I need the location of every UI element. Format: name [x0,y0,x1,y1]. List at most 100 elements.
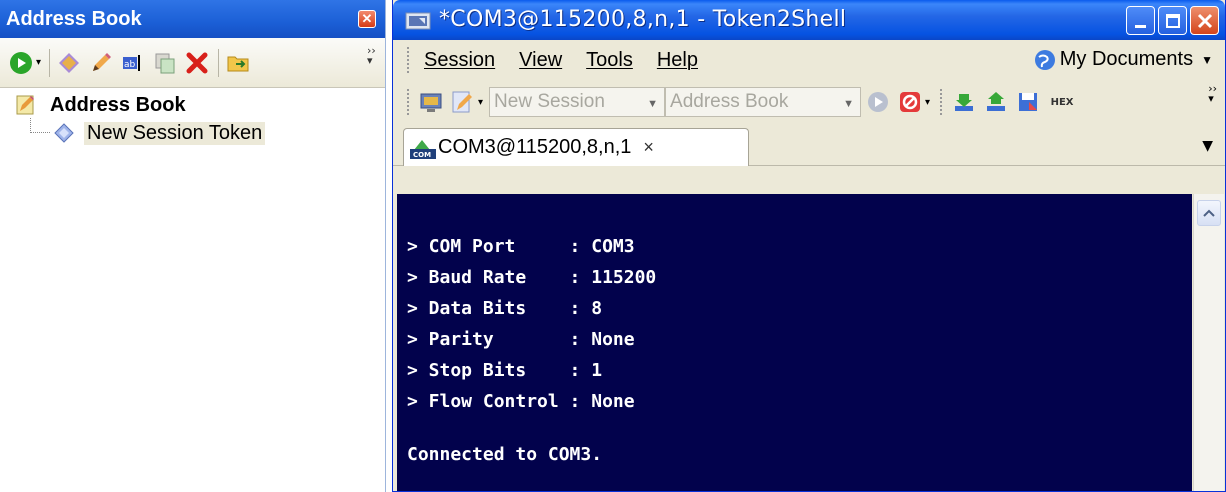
diamond-token-icon [59,52,80,73]
terminal-line: > Data Bits : 8 [407,298,603,319]
address-book-tree: Address Book New Session Token [0,88,385,148]
address-book-pane: Address Book ✕ ▾ ab ›› ▾ Address Book Ne… [0,0,386,492]
close-icon [1197,13,1213,29]
hex-view-button[interactable]: HEX [1047,89,1077,115]
chevron-down-icon: ▼ [1201,52,1213,67]
menu-tools[interactable]: Tools [586,49,633,72]
address-book-close-button[interactable]: ✕ [358,10,376,28]
session-toolbar: ▾ New Session ▼ Address Book ▼ ▾ HEX ›› … [393,80,1225,124]
upload-button[interactable] [983,89,1009,115]
tree-root-label: Address Book [50,93,186,116]
connect-dropdown-icon[interactable]: ▾ [36,57,41,68]
my-documents-label: My Documents [1059,48,1194,70]
com-port-icon: COM [410,140,436,159]
address-book-titlebar: Address Book ✕ [0,0,385,38]
svg-text:ab: ab [124,60,136,70]
menu-help[interactable]: Help [657,49,698,72]
terminal-line: > COM Port : COM3 [407,236,635,257]
toolbar-overflow-icon[interactable]: ▾ [925,97,930,108]
window-title: *COM3@115200,8,n,1 - Token2Shell [439,7,847,32]
connect-button[interactable] [865,89,891,115]
menu-view-label: View [519,48,563,71]
new-session-combo[interactable]: New Session ▼ [489,87,666,117]
toolbar-separator [49,48,51,77]
terminal-line: > Flow Control : None [407,391,635,412]
terminal-line: > Baud Rate : 115200 [407,267,657,288]
toolbar-grip[interactable] [940,89,943,115]
chevron-down-icon: ▼ [843,98,855,110]
open-session-button[interactable] [418,89,444,115]
menu-session[interactable]: Session [424,49,495,72]
screen: Address Book ✕ ▾ ab ›› ▾ Address Book Ne… [0,0,1226,492]
tab-label: COM3@115200,8,n,1 [438,136,632,158]
terminal-app-icon [405,12,431,30]
terminal-line: > Parity : None [407,329,635,350]
toolbar-separator [218,48,220,77]
rename-button[interactable]: ab [120,50,146,76]
edit-session-button[interactable] [450,89,476,115]
edit-dropdown-icon[interactable]: ▾ [478,97,483,108]
my-documents-menu[interactable]: My Documents ▼ [1034,48,1213,71]
disconnect-button[interactable] [897,89,923,115]
minimize-button[interactable] [1126,6,1155,35]
terminal-line: > Stop Bits : 1 [407,360,603,381]
com-icon-text: COM [413,151,431,159]
menubar-grip[interactable] [407,47,410,73]
play-icon [868,92,889,112]
connect-button[interactable] [8,50,34,76]
terminal-status-line: Connected to COM3. [407,444,603,465]
copy-icon [155,53,175,73]
address-book-icon [16,95,34,115]
stop-icon [900,92,921,112]
new-token-button[interactable] [56,50,82,76]
address-book-combo[interactable]: Address Book ▼ [665,87,862,117]
menu-tools-label: Tools [586,48,633,71]
rename-icon: ab [123,54,141,71]
maximize-icon [1166,14,1180,28]
download-icon [955,94,974,111]
address-book-toolbar: ▾ ab ›› ▾ [0,38,385,88]
floppy-icon [1019,93,1038,111]
tab-list-dropdown-icon[interactable]: ▼ [1202,138,1213,154]
terminal-output[interactable]: > COM Port : COM3 > Baud Rate : 115200 >… [397,194,1192,491]
address-book-title: Address Book [6,8,142,30]
minimize-icon [1135,25,1146,28]
delete-button[interactable] [184,50,210,76]
hex-label: HEX [1050,96,1074,108]
edit-button[interactable] [88,50,114,76]
computer-icon [420,93,442,112]
download-button[interactable] [951,89,977,115]
tab-com3-session[interactable]: COM COM3@115200,8,n,1 × [403,128,749,166]
menu-session-label: Session [424,48,496,71]
tree-root-item[interactable]: Address Book [14,92,385,118]
tree-child-label: New Session Token [84,121,266,145]
pencil-icon [93,52,112,71]
terminal-scrollbar[interactable] [1193,194,1224,491]
save-log-button[interactable] [1015,89,1041,115]
session-token-icon [54,123,74,143]
toolbar-overflow-icon[interactable]: ›› ▾ [1208,83,1217,104]
chevron-up-icon [1203,209,1215,217]
maximize-button[interactable] [1158,6,1187,35]
menu-bar: Session View Tools Help My Documents ▼ [393,40,1225,80]
menu-help-label: Help [656,48,698,71]
close-icon: ✕ [361,11,373,26]
tree-connector [30,118,50,133]
scroll-up-button[interactable] [1197,200,1221,226]
play-icon [10,51,32,74]
toolbar-grip[interactable] [407,89,410,115]
menu-view[interactable]: View [519,49,562,72]
import-button[interactable] [225,50,251,76]
tab-close-icon[interactable]: × [643,137,654,158]
toolbar-overflow-icon[interactable]: ›› ▾ [367,45,377,80]
token2shell-window: *COM3@115200,8,n,1 - Token2Shell Session… [392,0,1226,492]
tree-item-new-session-token[interactable]: New Session Token [30,118,385,148]
folder-icon [227,56,249,71]
session-tab-row: COM COM3@115200,8,n,1 × ▼ [393,124,1225,166]
window-titlebar[interactable]: *COM3@115200,8,n,1 - Token2Shell [393,0,1225,40]
close-button[interactable] [1190,6,1219,35]
copy-button[interactable] [152,50,178,76]
pencil-icon [452,91,472,113]
new-session-combo-text: New Session [494,91,605,112]
